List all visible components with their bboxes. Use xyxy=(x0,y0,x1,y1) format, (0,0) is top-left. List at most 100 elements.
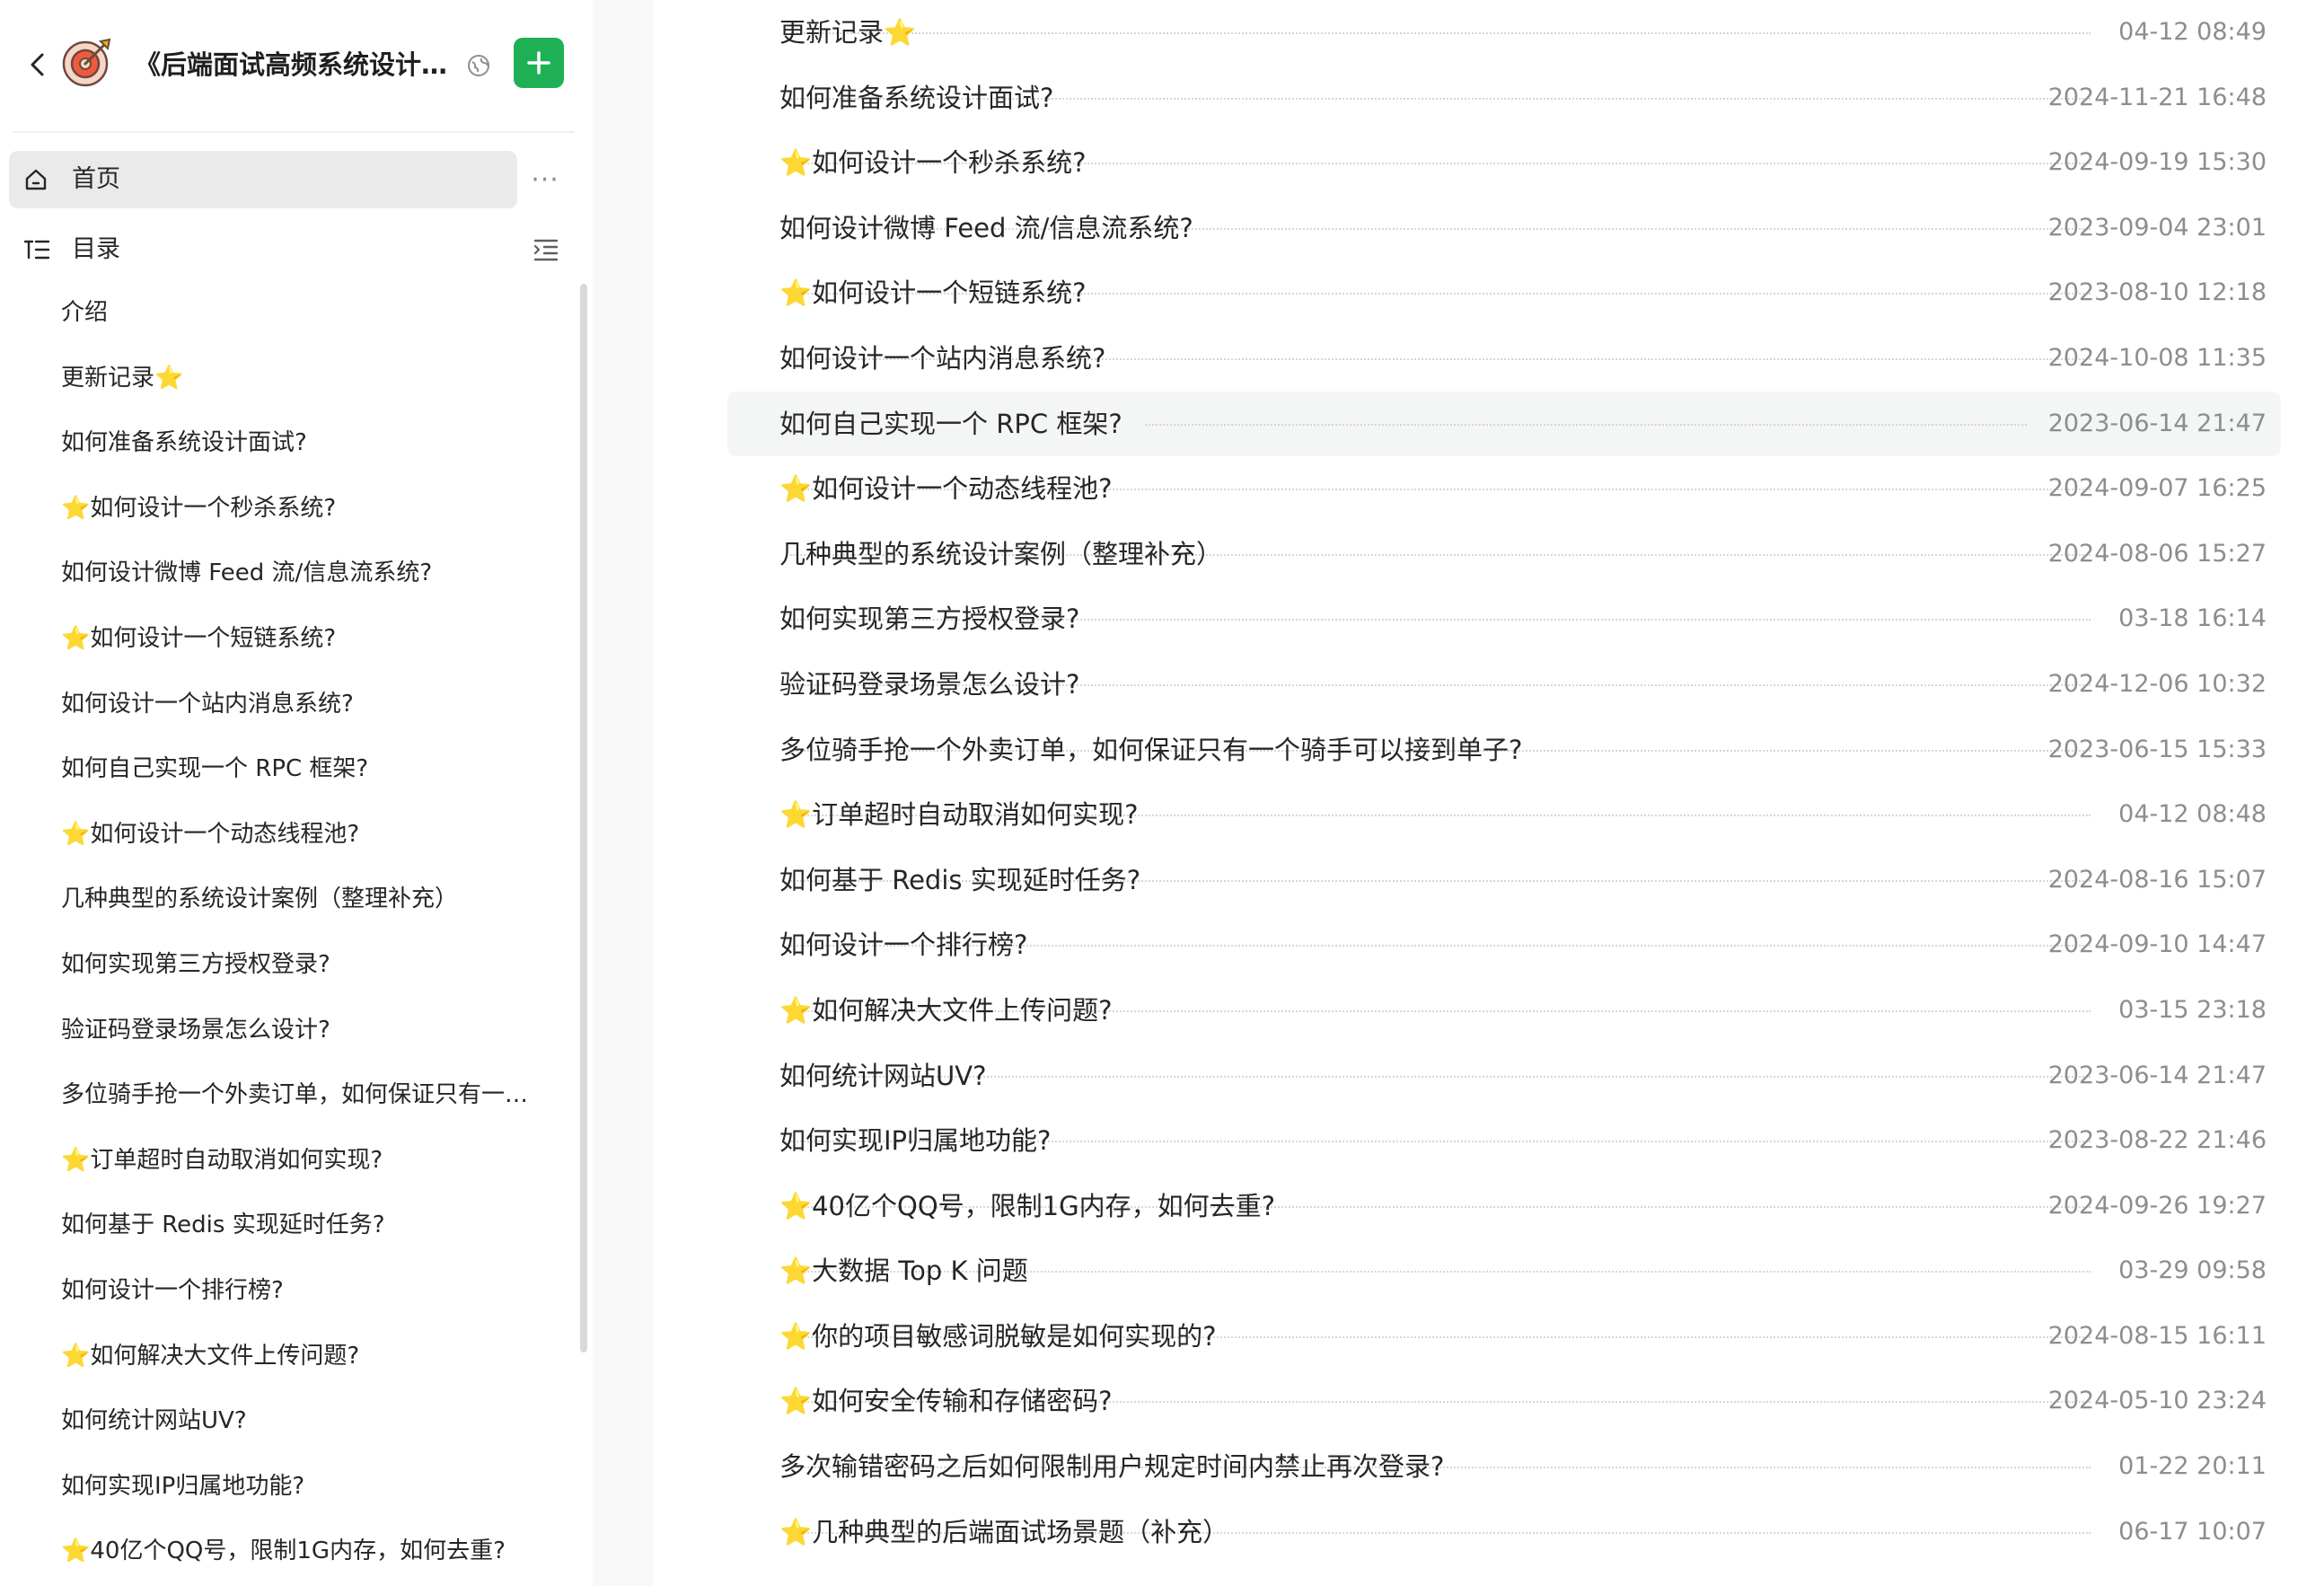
toc-item-label: 如何基于 Redis 实现延时任务? xyxy=(61,1212,385,1239)
catalog-row[interactable]: ⭐如何设计一个秒杀系统? 2024-09-19 15:30 xyxy=(727,130,2281,196)
catalog-row[interactable]: 如何自己实现一个 RPC 框架? 2023-06-14 21:47 xyxy=(727,391,2281,457)
catalog-row[interactable]: 多位骑手抢一个外卖订单，如何保证只有一个骑手可以接到单子? 2023-06-15 … xyxy=(727,718,2281,783)
toc-item[interactable]: ⭐如何解决大文件上传问题? xyxy=(0,1324,539,1389)
catalog-row-date: 04-12 08:49 xyxy=(2118,18,2267,46)
public-globe-icon[interactable] xyxy=(465,52,492,79)
sidebar-gutter xyxy=(593,0,654,1586)
catalog-row[interactable]: ⭐如何设计一个短链系统? 2023-08-10 12:18 xyxy=(727,260,2281,326)
catalog-row-date: 2024-08-06 15:27 xyxy=(2047,539,2267,568)
catalog-row[interactable]: 如何设计一个排行榜? 2024-09-10 14:47 xyxy=(727,912,2281,978)
catalog-row-date: 2024-09-10 14:47 xyxy=(2047,930,2267,959)
toc-item[interactable]: 介绍 xyxy=(0,280,539,346)
nav-item-home[interactable]: 首页 xyxy=(9,151,517,208)
toc-item-label: 验证码登录场景怎么设计? xyxy=(61,1016,330,1044)
catalog-row-title: 如何准备系统设计面试? xyxy=(779,82,1054,113)
toc-item-label: 如何统计网站UV? xyxy=(61,1407,247,1435)
collapse-list-icon[interactable] xyxy=(532,235,560,264)
add-button[interactable] xyxy=(514,38,564,88)
catalog-row-title: 更新记录⭐ xyxy=(779,17,917,48)
toc-item[interactable]: 更新记录⭐ xyxy=(0,346,539,411)
dartboard-logo xyxy=(62,38,111,87)
toc-item[interactable]: 如何设计微博 Feed 流/信息流系统? xyxy=(0,541,539,606)
catalog-row[interactable]: 如何设计一个站内消息系统? 2024-10-08 11:35 xyxy=(727,326,2281,392)
toc-item[interactable]: 多位骑手抢一个外卖订单，如何保证只有一个骑手可以接到单子? xyxy=(0,1062,546,1128)
home-icon xyxy=(25,169,47,190)
toc-item[interactable]: ⭐如何设计一个短链系统? xyxy=(0,606,539,672)
app-window: 《后端面试高频系统设计&场景题》 首页 ··· xyxy=(0,0,2324,1586)
toc-list-icon xyxy=(23,240,50,260)
catalog-row-title: 多次输错密码之后如何限制用户规定时间内禁止再次登录? xyxy=(779,1451,1445,1483)
catalog-row[interactable]: 如何基于 Redis 实现延时任务? 2024-08-16 15:07 xyxy=(727,848,2281,913)
back-button[interactable] xyxy=(22,48,54,81)
catalog-row-title: 多位骑手抢一个外卖订单，如何保证只有一个骑手可以接到单子? xyxy=(779,734,1523,765)
toc-item[interactable]: 验证码登录场景怎么设计? xyxy=(0,998,539,1063)
toc-item[interactable]: 几种典型的系统设计案例（整理补充） xyxy=(0,867,539,932)
catalog-row-date: 2024-10-08 11:35 xyxy=(2047,343,2267,372)
catalog-row-date: 2023-06-14 21:47 xyxy=(2047,1061,2267,1089)
catalog-row[interactable]: ⭐几种典型的后端面试场景题（补充） 06-17 10:07 xyxy=(727,1500,2281,1565)
catalog-row[interactable]: 验证码登录场景怎么设计? 2024-12-06 10:32 xyxy=(727,652,2281,718)
catalog-row-title: ⭐如何设计一个秒杀系统? xyxy=(779,147,1087,179)
catalog-row-title: 如何设计一个站内消息系统? xyxy=(779,342,1106,374)
catalog-row-title: ⭐如何解决大文件上传问题? xyxy=(779,994,1113,1026)
catalog-row[interactable]: 如何实现第三方授权登录? 03-18 16:14 xyxy=(727,586,2281,652)
toc-item-label: ⭐如何解决大文件上传问题? xyxy=(61,1342,360,1370)
toc-item[interactable]: ⭐订单超时自动取消如何实现? xyxy=(0,1128,539,1194)
sidebar: 《后端面试高频系统设计&场景题》 首页 ··· xyxy=(0,0,589,1586)
catalog-row[interactable]: ⭐订单超时自动取消如何实现? 04-12 08:48 xyxy=(727,782,2281,848)
toc-item[interactable]: 如何基于 Redis 实现延时任务? xyxy=(0,1193,539,1258)
catalog-row[interactable]: ⭐大数据 Top K 问题 03-29 09:58 xyxy=(727,1238,2281,1304)
catalog-row-title: ⭐如何安全传输和存储密码? xyxy=(779,1386,1113,1417)
catalog-row[interactable]: 如何设计微博 Feed 流/信息流系统? 2023-09-04 23:01 xyxy=(727,196,2281,261)
toc-item-label: ⭐如何设计一个秒杀系统? xyxy=(61,494,337,522)
toc-item-label: 如何准备系统设计面试? xyxy=(61,429,307,457)
nav-item-toc[interactable]: 目录 xyxy=(9,221,517,278)
catalog-row[interactable]: ⭐如何安全传输和存储密码? 2024-05-10 23:24 xyxy=(727,1369,2281,1434)
catalog-row-title: 验证码登录场景怎么设计? xyxy=(779,668,1080,700)
catalog-row-title: ⭐大数据 Top K 问题 xyxy=(779,1256,1028,1287)
catalog-row-title: ⭐40亿个QQ号，限制1G内存，如何去重? xyxy=(779,1190,1275,1221)
toc-item-label: ⭐如何设计一个短链系统? xyxy=(61,624,337,652)
toc-item[interactable]: 如何实现IP归属地功能? xyxy=(0,1454,539,1520)
toc-item[interactable]: 如何统计网站UV? xyxy=(0,1388,539,1454)
catalog-row[interactable]: 几种典型的系统设计案例（整理补充） 2024-08-06 15:27 xyxy=(727,522,2281,587)
toc-item[interactable]: 如何设计一个站内消息系统? xyxy=(0,672,539,737)
catalog-row-title: ⭐几种典型的后端面试场景题（补充） xyxy=(779,1516,1229,1547)
catalog-row-date: 2024-08-16 15:07 xyxy=(2047,865,2267,894)
catalog-row-date: 03-15 23:18 xyxy=(2118,995,2267,1024)
catalog-row[interactable]: 多次输错密码之后如何限制用户规定时间内禁止再次登录? 01-22 20:11 xyxy=(727,1434,2281,1500)
toc-item[interactable]: ⭐40亿个QQ号，限制1G内存，如何去重? xyxy=(0,1519,539,1584)
toc-item[interactable]: ⭐如何设计一个动态线程池? xyxy=(0,802,539,868)
catalog-row-title: 如何实现第三方授权登录? xyxy=(779,604,1080,635)
catalog-list: 更新记录⭐ 04-12 08:49 如何准备系统设计面试? 2024-11-21 16… xyxy=(727,0,2281,1564)
sidebar-scrollbar[interactable] xyxy=(580,284,587,1353)
catalog-row[interactable]: 如何准备系统设计面试? 2024-11-21 16:48 xyxy=(727,66,2281,131)
catalog-row-date: 2024-05-10 23:24 xyxy=(2047,1387,2267,1415)
toc-item[interactable]: 如何自己实现一个 RPC 框架? xyxy=(0,736,539,802)
catalog-row-date: 2024-09-26 19:27 xyxy=(2047,1191,2267,1220)
catalog-row-title: ⭐订单超时自动取消如何实现? xyxy=(779,799,1139,831)
toc-item[interactable]: 如何实现第三方授权登录? xyxy=(0,932,539,998)
more-horizontal-icon[interactable]: ··· xyxy=(530,164,560,196)
toc-item-label: 多位骑手抢一个外卖订单，如何保证只有一个骑手可以接到单子? xyxy=(61,1081,546,1109)
catalog-row-date: 2024-09-07 16:25 xyxy=(2047,474,2267,503)
catalog-row-date: 03-29 09:58 xyxy=(2118,1256,2267,1285)
catalog-row-date: 2024-09-19 15:30 xyxy=(2047,148,2267,177)
toc-item-label: 如何设计一个排行榜? xyxy=(61,1276,284,1304)
catalog-row-date: 2023-06-15 15:33 xyxy=(2047,735,2267,763)
toc-item-label: 如何设计一个站内消息系统? xyxy=(61,690,354,718)
catalog-row[interactable]: ⭐40亿个QQ号，限制1G内存，如何去重? 2024-09-26 19:27 xyxy=(727,1174,2281,1239)
book-title[interactable]: 《后端面试高频系统设计&场景题》 xyxy=(135,45,458,84)
toc-item[interactable]: ⭐如何设计一个秒杀系统? xyxy=(0,476,539,542)
catalog-row[interactable]: ⭐如何设计一个动态线程池? 2024-09-07 16:25 xyxy=(727,456,2281,522)
nav-toc-label: 目录 xyxy=(72,235,120,263)
catalog-row[interactable]: ⭐如何解决大文件上传问题? 03-15 23:18 xyxy=(727,978,2281,1044)
toc-item[interactable]: 如何准备系统设计面试? xyxy=(0,410,539,476)
toc-item-label: ⭐如何设计一个动态线程池? xyxy=(61,820,360,848)
catalog-row[interactable]: 如何实现IP归属地功能? 2023-08-22 21:46 xyxy=(727,1108,2281,1174)
catalog-row[interactable]: 如何统计网站UV? 2023-06-14 21:47 xyxy=(727,1044,2281,1109)
toc-item[interactable]: 如何设计一个排行榜? xyxy=(0,1258,539,1324)
toc-item-label: ⭐40亿个QQ号，限制1G内存，如何去重? xyxy=(61,1538,506,1565)
catalog-row[interactable]: ⭐你的项目敏感词脱敏是如何实现的? 2024-08-15 16:11 xyxy=(727,1304,2281,1370)
catalog-row[interactable]: 更新记录⭐ 04-12 08:49 xyxy=(727,0,2281,66)
